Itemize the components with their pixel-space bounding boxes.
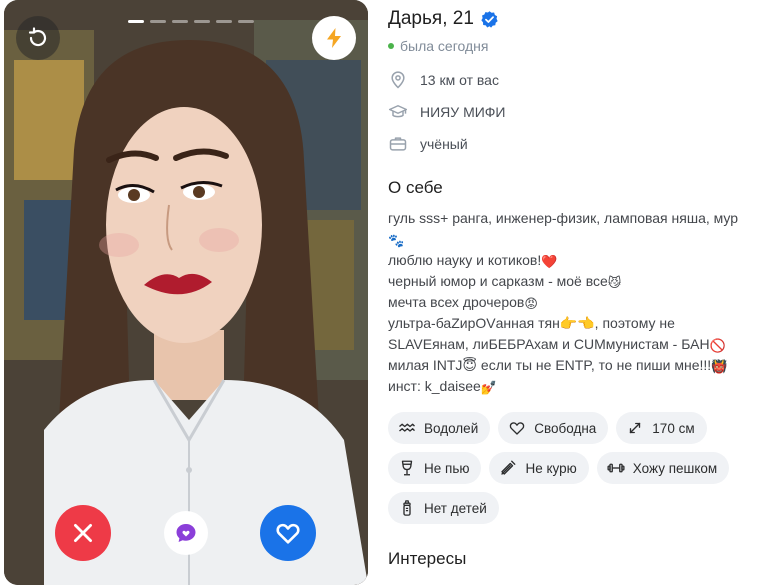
chip-zodiac[interactable]: Водолей <box>388 412 491 444</box>
chip-alcohol[interactable]: Не пью <box>388 452 482 484</box>
undo-icon <box>28 27 47 47</box>
photo-progress-segment[interactable] <box>150 20 166 23</box>
paw-icon: 🐾 <box>388 233 405 248</box>
briefcase-icon <box>389 137 407 151</box>
university-row: НИЯУ МИФИ <box>388 102 506 122</box>
chip-relationship[interactable]: Свободна <box>498 412 609 444</box>
chips-row: Нет детей <box>388 492 499 524</box>
about-line: ультра-баZирOVанная тян👉👈, поэтому не <box>388 315 675 331</box>
chat-heart-icon <box>176 524 196 542</box>
close-icon <box>74 524 92 542</box>
red-heart-icon: ❤️ <box>541 254 558 269</box>
profile-name-age: Дарья, 21 <box>388 8 474 29</box>
about-line: гуль sss+ ранга, инженер-физик, ламповая… <box>388 210 739 226</box>
about-line: милая INTJ😇 если ты не ENTP, то не пиши … <box>388 357 728 374</box>
no-smoking-icon <box>501 460 516 475</box>
distance-label: 13 км от вас <box>420 72 499 88</box>
message-button[interactable] <box>164 511 208 555</box>
dumbbell-icon <box>607 463 625 473</box>
about-line: мечта всех дрочеров😡 <box>388 294 538 311</box>
profile-header: Дарья, 21 <box>388 8 499 30</box>
about-line: 🐾 <box>388 229 760 250</box>
wine-glass-icon <box>401 460 413 476</box>
height-icon <box>630 422 641 434</box>
photo-progress-segment[interactable] <box>172 20 188 23</box>
chips-row: Водолей Свободна 170 см <box>388 412 707 444</box>
chip-children[interactable]: Нет детей <box>388 492 499 524</box>
photo-progress-indicator <box>128 20 254 23</box>
cat-face-icon: 😼 <box>607 275 622 290</box>
graduation-cap-icon <box>388 105 408 118</box>
online-status-label: была сегодня <box>400 38 489 54</box>
profile-info-panel: Дарья, 21 была сегодня 13 км от вас НИЯУ… <box>388 0 768 585</box>
angry-face-icon: 😡 <box>524 296 538 311</box>
profile-photo-image <box>4 0 368 585</box>
about-text: гуль sss+ ранга, инженер-физик, ламповая… <box>388 208 760 397</box>
occupation-row: учёный <box>388 134 468 154</box>
nail-polish-icon: 💅 <box>480 380 497 395</box>
chips-row: Не пью Не курю Хожу пешком <box>388 452 730 484</box>
boost-button[interactable] <box>312 16 356 60</box>
distance-row: 13 км от вас <box>388 70 499 90</box>
occupation-label: учёный <box>420 136 468 152</box>
lightning-icon <box>327 28 341 48</box>
chip-height[interactable]: 170 см <box>616 412 707 444</box>
online-status: была сегодня <box>388 38 488 54</box>
photo-progress-segment[interactable] <box>216 20 232 23</box>
photo-progress-segment[interactable] <box>194 20 210 23</box>
about-line: черный юмор и сарказм - моё все😼 <box>388 273 622 290</box>
about-line: SLAVEянам, лиБЕБРАхам и CUMмунистам - БА… <box>388 336 726 353</box>
like-button[interactable] <box>260 505 316 561</box>
ogre-icon: 👹 <box>711 359 728 374</box>
baby-bottle-icon <box>403 500 411 516</box>
photo-progress-segment[interactable] <box>128 20 144 23</box>
interests-section-title: Интересы <box>388 549 467 568</box>
about-line: люблю науку и котиков!❤️ <box>388 252 558 269</box>
chip-smoking[interactable]: Не курю <box>489 452 589 484</box>
university-label: НИЯУ МИФИ <box>420 104 506 120</box>
heart-icon <box>276 523 300 544</box>
heart-outline-icon <box>509 422 525 435</box>
photo-progress-segment[interactable] <box>238 20 254 23</box>
profile-photo[interactable] <box>4 0 368 585</box>
dislike-button[interactable] <box>55 505 111 561</box>
verified-badge-icon <box>481 10 498 28</box>
online-dot-icon <box>388 43 394 49</box>
undo-button[interactable] <box>16 16 60 60</box>
chip-sport[interactable]: Хожу пешком <box>596 452 730 484</box>
location-pin-icon <box>391 71 405 89</box>
about-section-title: О себе <box>388 178 443 197</box>
aquarius-icon <box>399 423 415 432</box>
prohibited-icon: 🚫 <box>709 338 726 353</box>
about-line: инст: k_daisee💅 <box>388 378 497 395</box>
